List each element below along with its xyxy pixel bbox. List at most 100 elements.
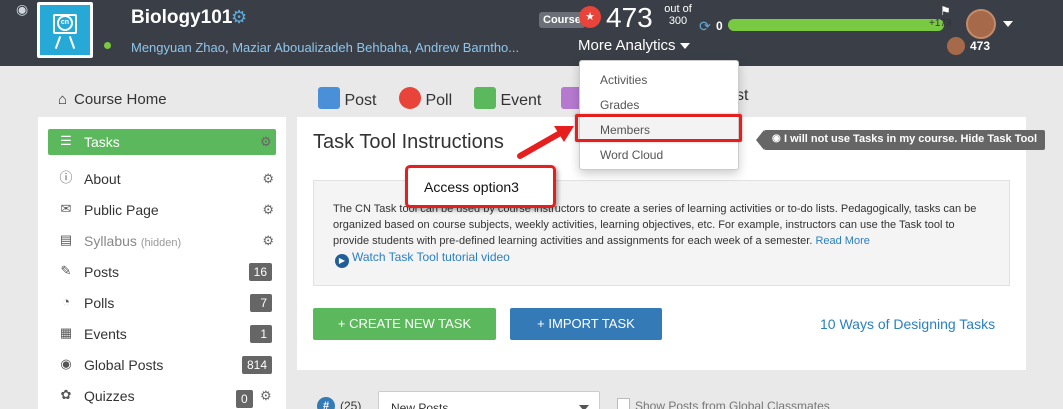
sidebar-item-label: Posts: [84, 264, 120, 280]
count-badge: 0: [236, 390, 253, 408]
global-posts-label: Show Posts from Global Classmates: [635, 399, 830, 409]
hidden-tag: (hidden): [140, 237, 182, 249]
count-badge: 1: [250, 325, 272, 343]
hide-task-tool-label: I will not use Tasks in my course. Hide …: [784, 133, 1038, 145]
list-icon: ☰: [60, 133, 72, 148]
online-status-dot: [104, 42, 111, 49]
read-more-link[interactable]: Read More: [815, 235, 869, 247]
easel-leg: [68, 36, 76, 49]
gear-icon[interactable]: ⚙: [262, 202, 274, 218]
sidebar-item-label: Events: [84, 326, 127, 342]
sidebar-item-label: About: [84, 171, 121, 187]
task-description: The CN Task tool can be used by course i…: [333, 203, 977, 247]
out-of-label: out of: [664, 3, 692, 15]
new-poll-label: Poll: [425, 92, 453, 109]
tutorial-video-link[interactable]: ▶ Watch Task Tool tutorial video: [335, 250, 510, 268]
info-icon: ⓘ: [59, 170, 73, 185]
course-home-label: Course Home: [74, 91, 167, 108]
sidebar-item-label: Public Page: [84, 202, 159, 218]
post-filter-value: New Posts: [391, 401, 449, 409]
sidebar-item-label: Quizzes: [84, 388, 135, 404]
sidebar-item-label: Syllabus (hidden): [84, 233, 182, 249]
flag-icon: ⚑: [940, 4, 951, 18]
progress-value: 0: [716, 19, 723, 33]
course-home-link[interactable]: ⌂ Course Home: [58, 91, 167, 108]
user-score: 473: [970, 39, 991, 53]
count-badge: 16: [248, 263, 272, 281]
gear-icon[interactable]: ⚙: [260, 388, 272, 404]
instructor-list: Mengyuan Zhao, Maziar Aboualizadeh Behba…: [131, 40, 520, 55]
tutorial-video-label: Watch Task Tool tutorial video: [352, 250, 510, 264]
syllabus-icon: ▤: [59, 232, 73, 247]
instructor-link[interactable]: Andrew Barntho...: [415, 40, 519, 55]
gear-icon[interactable]: ⚙: [262, 171, 274, 187]
chevron-down-icon: [679, 43, 690, 50]
medal-icon: ★: [579, 6, 601, 28]
top-header: ◉ cn Biology101 ⚙ Mengyuan Zhao, Maziar …: [0, 0, 1063, 66]
annotation-arrow: [517, 126, 574, 159]
sidebar-item-polls[interactable]: ◔ Polls 7: [48, 290, 276, 316]
sidebar-item-posts[interactable]: ✎ Posts 16: [48, 259, 276, 285]
import-task-button[interactable]: + IMPORT TASK: [510, 308, 662, 340]
easel-leg: [54, 36, 62, 49]
eye-icon: ◉: [772, 133, 781, 144]
task-info-text: The CN Task tool can be used by course i…: [333, 201, 993, 249]
play-icon: ▶: [335, 254, 349, 268]
hashtag-icon[interactable]: #: [317, 397, 335, 409]
hashtag-count: (25): [340, 399, 362, 409]
menu-item-word-cloud[interactable]: Word Cloud: [580, 144, 738, 166]
out-of-value: 300: [668, 15, 688, 27]
sidebar-item-events[interactable]: ▦ Events 1: [48, 321, 276, 347]
sidebar-item-public-page[interactable]: ✉ Public Page ⚙: [48, 197, 276, 223]
new-event-button[interactable]: Event: [474, 87, 541, 110]
progress-increment: +173: [929, 18, 952, 29]
add-task-icon[interactable]: ⊞: [241, 135, 252, 151]
sidebar-item-label: Global Posts: [84, 357, 164, 373]
more-analytics-label: More Analytics: [578, 37, 676, 54]
megaphone-icon: ✉: [60, 201, 72, 216]
poll-icon: ◔: [62, 294, 70, 309]
user-avatar[interactable]: [966, 9, 996, 39]
brain-icon: ✿: [60, 387, 72, 402]
create-task-button[interactable]: + CREATE NEW TASK: [313, 308, 496, 340]
gear-icon[interactable]: ⚙: [262, 233, 274, 249]
refresh-icon[interactable]: ⟳: [699, 18, 711, 35]
score-out-of: out of 300: [664, 3, 692, 27]
menu-item-grades[interactable]: Grades: [580, 94, 738, 116]
sidebar: ☰ Tasks ⓘ About ⚙ ✉ Public Page ⚙ ▤ Syll…: [38, 117, 286, 409]
more-analytics-dropdown[interactable]: More Analytics: [578, 37, 690, 54]
new-poll-button[interactable]: Poll: [399, 87, 452, 110]
sidebar-item-label: Polls: [84, 295, 115, 311]
chevron-down-icon[interactable]: [1003, 21, 1013, 27]
task-card-title: Task Tool Instructions: [313, 131, 504, 153]
chevron-down-icon: [579, 405, 589, 409]
instructor-link[interactable]: Maziar Aboualizadeh Behbaha: [232, 40, 408, 55]
sidebar-item-syllabus[interactable]: ▤ Syllabus (hidden) ⚙: [48, 228, 276, 254]
cn-mark-icon: cn: [57, 15, 73, 31]
post-icon: [318, 87, 340, 109]
new-event-label: Event: [500, 92, 542, 109]
course-logo[interactable]: cn: [37, 2, 93, 58]
instructor-link[interactable]: Mengyuan Zhao: [131, 40, 225, 55]
count-badge: 7: [250, 294, 272, 312]
members-highlight-box: [575, 114, 742, 142]
hide-task-tool-button[interactable]: ◉ I will not use Tasks in my course. Hide…: [755, 130, 1046, 150]
ten-ways-link[interactable]: 10 Ways of Designing Tasks: [820, 316, 995, 332]
post-filter-select[interactable]: New Posts: [378, 391, 600, 409]
course-settings-gear-icon[interactable]: ⚙: [231, 8, 249, 26]
global-posts-checkbox[interactable]: [617, 398, 630, 409]
progress-bar: [728, 19, 944, 31]
menu-item-activities[interactable]: Activities: [580, 69, 738, 91]
sidebar-item-global-posts[interactable]: ◉ Global Posts 814: [48, 352, 276, 378]
calendar-icon: [474, 87, 496, 109]
count-badge: 814: [241, 356, 272, 374]
globe-icon: ◉: [60, 356, 72, 371]
sidebar-item-label: Tasks: [84, 134, 120, 150]
user-avatar-small: [947, 37, 965, 55]
gear-icon[interactable]: ⚙: [260, 134, 272, 150]
camera-icon[interactable]: ◉: [16, 2, 34, 16]
sidebar-item-about[interactable]: ⓘ About ⚙: [48, 166, 276, 192]
course-score: 473: [606, 2, 653, 33]
new-post-button[interactable]: Post: [318, 87, 376, 110]
course-title[interactable]: Biology101: [131, 7, 232, 29]
